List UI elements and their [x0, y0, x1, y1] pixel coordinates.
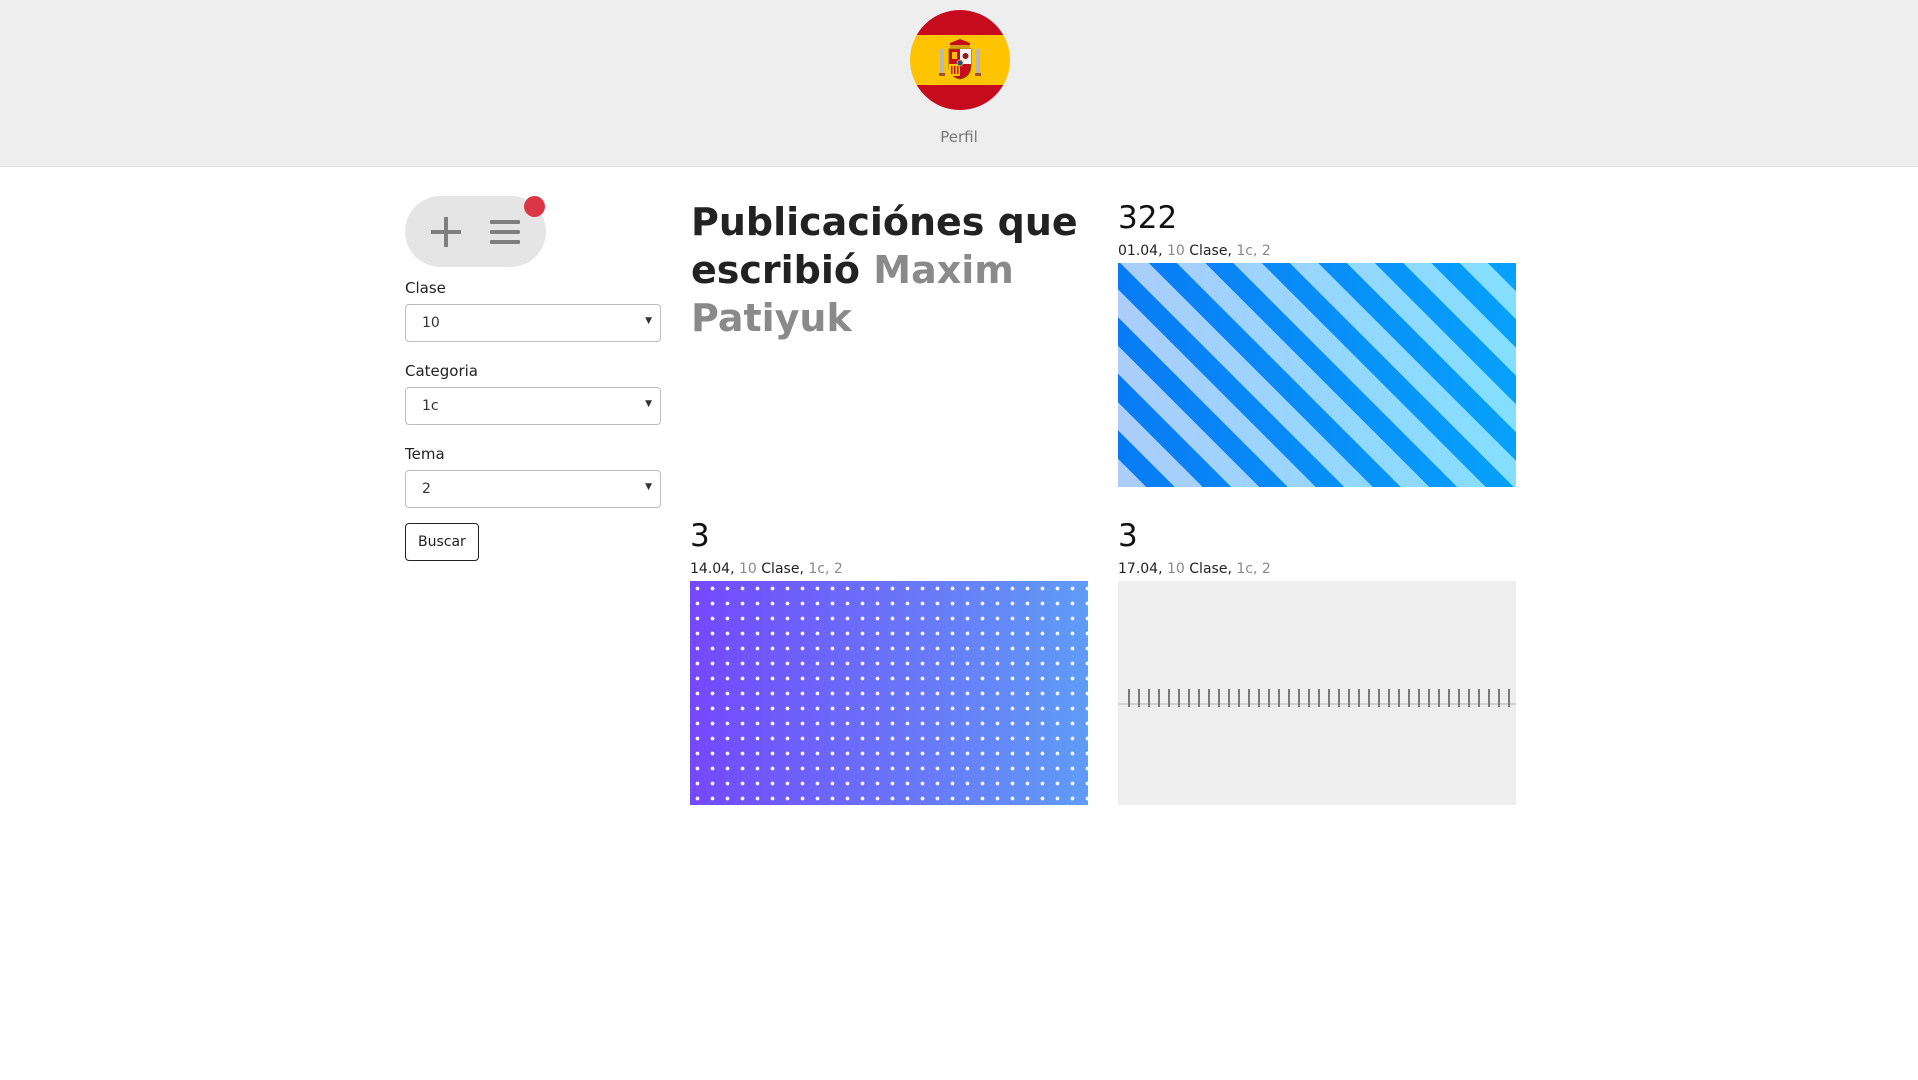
tema-label: Tema: [405, 445, 445, 463]
meta-separator: ,: [730, 561, 739, 577]
post-clase-number: 10: [739, 561, 757, 577]
meta-separator: ,: [799, 561, 809, 577]
dropdown-arrow-icon: ▼: [645, 482, 652, 492]
profile-label[interactable]: Perfil: [0, 128, 1918, 146]
clase-select[interactable]: 10 ▼: [405, 304, 661, 342]
header: Perfil: [0, 0, 1918, 167]
dropdown-arrow-icon: ▼: [645, 399, 652, 409]
profile-avatar[interactable]: [910, 10, 1010, 110]
clase-select-value: 10: [422, 315, 440, 331]
post-cover-image[interactable]: [690, 581, 1088, 805]
post-date: 17.04: [1118, 561, 1159, 577]
tema-select[interactable]: 2 ▼: [405, 470, 661, 508]
menu-button[interactable]: [485, 212, 525, 252]
meta-separator: ,: [824, 561, 834, 577]
post-meta: 14.04, 10 Clase, 1c, 2: [690, 561, 1088, 579]
plus-icon: [431, 216, 462, 247]
hamburger-menu-icon: [489, 219, 520, 244]
post-meta: 01.04, 10 Clase, 1c, 2: [1118, 243, 1516, 261]
post-clase-number: 10: [1167, 243, 1185, 259]
post-clase-word: Clase: [1189, 243, 1228, 259]
meta-separator: ,: [1252, 561, 1262, 577]
post-date: 14.04: [690, 561, 731, 577]
coat-of-arms-icon: [939, 39, 981, 80]
post-clase-word: Clase: [1189, 561, 1228, 577]
post-tema: 2: [1261, 561, 1271, 577]
post-card[interactable]: 3 14.04, 10 Clase, 1c, 2: [690, 516, 1088, 805]
post-clase-number: 10: [1167, 561, 1185, 577]
sidebar: Clase 10 ▼ Categoria 1c ▼ Tema 2 ▼ Busca…: [405, 196, 661, 561]
dropdown-arrow-icon: ▼: [645, 316, 652, 326]
spiral-binding-icon: [1122, 689, 1512, 707]
post-card[interactable]: 3 17.04, 10 Clase, 1c, 2: [1118, 516, 1516, 805]
categoria-select-value: 1c: [422, 398, 439, 414]
post-title[interactable]: 3: [690, 516, 1088, 556]
post-date: 01.04: [1118, 243, 1159, 259]
meta-separator: ,: [1227, 561, 1237, 577]
categoria-label: Categoria: [405, 362, 479, 380]
categoria-select[interactable]: 1c ▼: [405, 387, 661, 425]
post-tema: 2: [833, 561, 843, 577]
flag-stripe-top: [910, 10, 1010, 35]
post-cover-image[interactable]: [1118, 581, 1516, 805]
tema-select-value: 2: [422, 481, 431, 497]
post-card[interactable]: 322 01.04, 10 Clase, 1c, 2: [1118, 198, 1516, 487]
post-clase-word: Clase: [761, 561, 800, 577]
post-categoria: 1c: [808, 561, 825, 577]
add-button[interactable]: [426, 212, 466, 252]
post-cover-image[interactable]: [1118, 263, 1516, 487]
post-title[interactable]: 322: [1118, 198, 1516, 238]
post-categoria: 1c: [1236, 561, 1253, 577]
post-categoria: 1c: [1236, 243, 1253, 259]
meta-separator: ,: [1252, 243, 1262, 259]
page-title: Publicaciónes que escribió Maxim Patiyuk: [691, 198, 1091, 342]
meta-separator: ,: [1227, 243, 1237, 259]
post-title[interactable]: 3: [1118, 516, 1516, 556]
search-button[interactable]: Buscar: [405, 523, 479, 561]
post-tema: 2: [1261, 243, 1271, 259]
flag-stripe-bottom: [910, 85, 1010, 110]
clase-label: Clase: [405, 279, 446, 297]
meta-separator: ,: [1158, 243, 1167, 259]
action-pill: [405, 196, 546, 267]
post-meta: 17.04, 10 Clase, 1c, 2: [1118, 561, 1516, 579]
notification-badge: [524, 196, 545, 217]
meta-separator: ,: [1158, 561, 1167, 577]
